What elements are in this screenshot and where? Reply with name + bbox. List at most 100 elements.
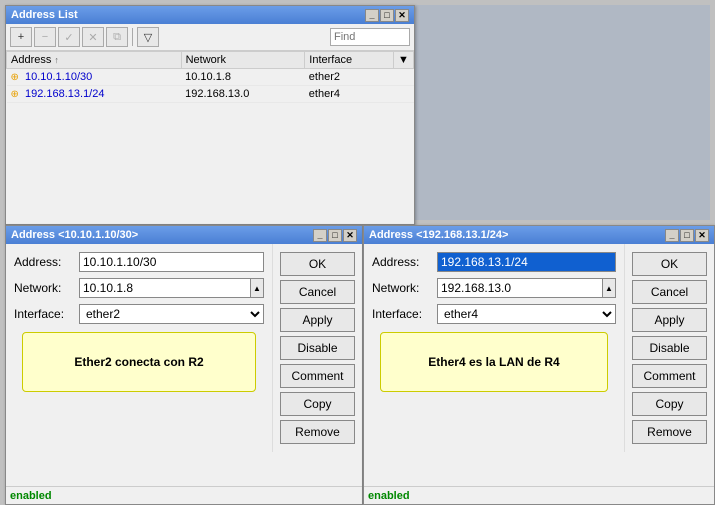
dialog1-maximize-btn[interactable]: □ bbox=[328, 229, 342, 242]
dialog2-apply-btn[interactable]: Apply bbox=[632, 308, 707, 332]
dialog2-left: Address: Network: ▲ Interface: ether4 Et… bbox=[364, 244, 624, 452]
address-list-window: Address List _ □ ✕ + − ✓ ✕ ⧉ ▽ Address ↑… bbox=[5, 5, 415, 225]
dialog2-network-spin[interactable]: ▲ bbox=[602, 278, 616, 298]
minimize-btn[interactable]: _ bbox=[365, 9, 379, 22]
dialog1-address-input[interactable] bbox=[79, 252, 264, 272]
dialog1-status: enabled bbox=[10, 490, 52, 502]
dialog2-minimize-btn[interactable]: _ bbox=[665, 229, 679, 242]
dialog1-interface-row: Interface: ether2 bbox=[14, 304, 264, 324]
table-row[interactable]: ⊕ 192.168.13.1/24 192.168.13.0 ether4 bbox=[7, 86, 414, 103]
row-icon: ⊕ bbox=[11, 72, 19, 83]
remove-btn[interactable]: − bbox=[34, 27, 56, 47]
dialog1-status-bar: enabled bbox=[6, 486, 362, 504]
dialog1-note: Ether2 conecta con R2 bbox=[22, 332, 256, 392]
dialog2-title-buttons: _ □ ✕ bbox=[665, 229, 709, 242]
dialog1-disable-btn[interactable]: Disable bbox=[280, 336, 355, 360]
close-btn[interactable]: ✕ bbox=[395, 9, 409, 22]
dialog2-network-label: Network: bbox=[372, 281, 437, 295]
dialog2-cancel-btn[interactable]: Cancel bbox=[632, 280, 707, 304]
dialog2-status-bar: enabled bbox=[364, 486, 714, 504]
dialog1-title-bar: Address <10.10.1.10/30> _ □ ✕ bbox=[6, 226, 362, 244]
dialog1-remove-btn[interactable]: Remove bbox=[280, 420, 355, 444]
table-row[interactable]: ⊕ 10.10.1.10/30 10.10.1.8 ether2 bbox=[7, 69, 414, 86]
network-cell: 10.10.1.8 bbox=[181, 69, 305, 86]
toolbar-separator bbox=[132, 28, 133, 46]
address-list-toolbar: + − ✓ ✕ ⧉ ▽ bbox=[6, 24, 414, 51]
dialog1-ok-btn[interactable]: OK bbox=[280, 252, 355, 276]
dialog2-network-row: Network: ▲ bbox=[372, 278, 616, 298]
dialog2-address-input[interactable] bbox=[437, 252, 616, 272]
dialog1-copy-btn[interactable]: Copy bbox=[280, 392, 355, 416]
confirm-btn[interactable]: ✓ bbox=[58, 27, 80, 47]
dialog2-network-field: ▲ bbox=[437, 278, 616, 298]
dialog2-window: Address <192.168.13.1/24> _ □ ✕ Address:… bbox=[363, 225, 715, 505]
dialog1-network-row: Network: ▲ bbox=[14, 278, 264, 298]
extra-cell bbox=[394, 86, 414, 103]
find-input[interactable] bbox=[330, 28, 410, 46]
dialog2-disable-btn[interactable]: Disable bbox=[632, 336, 707, 360]
dialog2-address-label: Address: bbox=[372, 255, 437, 269]
dialog2-comment-btn[interactable]: Comment bbox=[632, 364, 707, 388]
dialog1-window: Address <10.10.1.10/30> _ □ ✕ Address: N… bbox=[5, 225, 363, 505]
network-cell: 192.168.13.0 bbox=[181, 86, 305, 103]
dialog1-comment-btn[interactable]: Comment bbox=[280, 364, 355, 388]
dialog2-note: Ether4 es la LAN de R4 bbox=[380, 332, 608, 392]
dialog1-title: Address <10.10.1.10/30> bbox=[11, 229, 138, 241]
cancel-btn[interactable]: ✕ bbox=[82, 27, 104, 47]
dialog1-network-label: Network: bbox=[14, 281, 79, 295]
dialog2-maximize-btn[interactable]: □ bbox=[680, 229, 694, 242]
dialog2-title: Address <192.168.13.1/24> bbox=[369, 229, 508, 241]
dialog2-copy-btn[interactable]: Copy bbox=[632, 392, 707, 416]
filter-btn[interactable]: ▽ bbox=[137, 27, 159, 47]
dialog1-network-input[interactable] bbox=[79, 278, 250, 298]
gray-background bbox=[415, 5, 710, 220]
dialog1-close-btn[interactable]: ✕ bbox=[343, 229, 357, 242]
dialog2-remove-btn[interactable]: Remove bbox=[632, 420, 707, 444]
dialog2-title-bar: Address <192.168.13.1/24> _ □ ✕ bbox=[364, 226, 714, 244]
maximize-btn[interactable]: □ bbox=[380, 9, 394, 22]
sort-icon: ↑ bbox=[54, 55, 59, 65]
dialog1-interface-select[interactable]: ether2 bbox=[79, 304, 264, 324]
dialog1-title-buttons: _ □ ✕ bbox=[313, 229, 357, 242]
dialog2-interface-field: ether4 bbox=[437, 304, 616, 324]
col-extra: ▼ bbox=[394, 52, 414, 69]
copy-btn[interactable]: ⧉ bbox=[106, 27, 128, 47]
title-bar-buttons: _ □ ✕ bbox=[365, 9, 409, 22]
col-interface[interactable]: Interface bbox=[305, 52, 394, 69]
col-network[interactable]: Network bbox=[181, 52, 305, 69]
dialog1-interface-label: Interface: bbox=[14, 307, 79, 321]
dialog1-address-label: Address: bbox=[14, 255, 79, 269]
add-btn[interactable]: + bbox=[10, 27, 32, 47]
address-value: 192.168.13.1/24 bbox=[25, 88, 105, 100]
dialog2-interface-label: Interface: bbox=[372, 307, 437, 321]
address-table-container: Address ↑ Network Interface ▼ ⊕ 10.10.1.… bbox=[6, 51, 414, 226]
dialog1-network-spin[interactable]: ▲ bbox=[250, 278, 264, 298]
dialog1-apply-btn[interactable]: Apply bbox=[280, 308, 355, 332]
dialog1-interface-field: ether2 bbox=[79, 304, 264, 324]
dialog2-status: enabled bbox=[368, 490, 410, 502]
dialog2-close-btn[interactable]: ✕ bbox=[695, 229, 709, 242]
address-list-title: Address List bbox=[11, 9, 78, 21]
dialog1-buttons: OK Cancel Apply Disable Comment Copy Rem… bbox=[272, 244, 362, 452]
dialog1-left: Address: Network: ▲ Interface: ether2 Et… bbox=[6, 244, 272, 452]
row-icon: ⊕ bbox=[11, 89, 19, 100]
address-list-title-bar: Address List _ □ ✕ bbox=[6, 6, 414, 24]
dialog1-body: Address: Network: ▲ Interface: ether2 Et… bbox=[6, 244, 362, 452]
dialog1-cancel-btn[interactable]: Cancel bbox=[280, 280, 355, 304]
interface-cell: ether2 bbox=[305, 69, 394, 86]
col-address[interactable]: Address ↑ bbox=[7, 52, 182, 69]
dialog1-minimize-btn[interactable]: _ bbox=[313, 229, 327, 242]
dialog2-interface-select[interactable]: ether4 bbox=[437, 304, 616, 324]
address-cell: ⊕ 192.168.13.1/24 bbox=[7, 86, 182, 103]
dialog1-network-field: ▲ bbox=[79, 278, 264, 298]
dialog2-ok-btn[interactable]: OK bbox=[632, 252, 707, 276]
dialog2-address-row: Address: bbox=[372, 252, 616, 272]
dialog2-interface-row: Interface: ether4 bbox=[372, 304, 616, 324]
dialog1-address-row: Address: bbox=[14, 252, 264, 272]
address-table: Address ↑ Network Interface ▼ ⊕ 10.10.1.… bbox=[6, 51, 414, 103]
address-value: 10.10.1.10/30 bbox=[25, 71, 92, 83]
dialog2-network-input[interactable] bbox=[437, 278, 602, 298]
dialog2-buttons: OK Cancel Apply Disable Comment Copy Rem… bbox=[624, 244, 714, 452]
address-cell: ⊕ 10.10.1.10/30 bbox=[7, 69, 182, 86]
extra-cell bbox=[394, 69, 414, 86]
